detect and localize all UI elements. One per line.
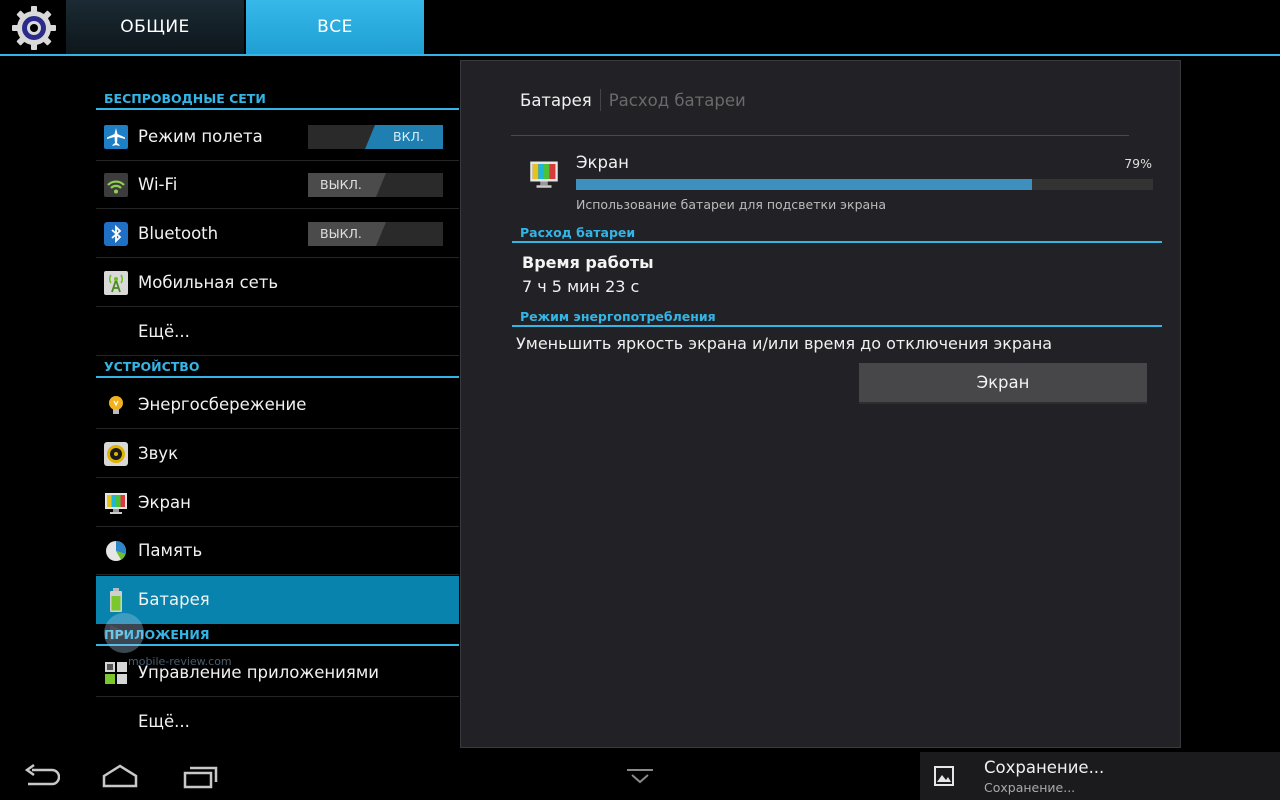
sidebar-item-wifi[interactable]: Wi-Fi ВЫКЛ. [96,161,459,209]
home-icon[interactable] [100,762,140,790]
back-icon[interactable] [22,762,60,790]
usage-description: Использование батареи для подсветки экра… [576,197,886,212]
section-header-wireless: БЕСПРОВОДНЫЕ СЕТИ [96,88,459,110]
sidebar-item-label: Звук [138,444,179,463]
airplane-mode-toggle[interactable]: ВКЛ. [308,125,443,149]
bluetooth-toggle[interactable]: ВЫКЛ. [308,222,443,246]
battery-detail-panel: Батарея Расход батареи Экран 79% Использ… [460,60,1181,748]
notification-subtitle: Сохранение... [984,780,1076,795]
sidebar-item-label: Память [138,541,203,560]
section-header-battery-use: Расход батареи [512,225,1162,243]
sidebar-item-more-apps[interactable]: Ещё... [96,698,459,746]
action-bar-divider [0,54,1280,56]
section-header-power-mode: Режим энергопотребления [512,309,1162,327]
monitor-icon [530,161,558,188]
chevron-down-icon[interactable] [624,766,656,786]
display-settings-button[interactable]: Экран [859,363,1147,404]
sidebar-item-label: Режим полета [138,127,263,146]
tab-all[interactable]: ВСЕ [246,0,424,54]
sidebar-item-label: Wi-Fi [138,175,178,194]
action-bar: ОБЩИЕ ВСЕ [0,0,1280,56]
usage-percent: 79% [1124,156,1152,171]
monitor-icon [105,493,127,514]
breadcrumb-separator [599,89,601,111]
tab-general[interactable]: ОБЩИЕ [66,0,244,54]
settings-gear-icon[interactable] [10,4,58,52]
breadcrumb-current[interactable]: Батарея [520,91,592,110]
sidebar-item-bluetooth[interactable]: Bluetooth ВЫКЛ. [96,210,459,258]
usage-progress-fill [576,179,1032,190]
power-mode-description: Уменьшить яркость экрана и/или время до … [516,334,1053,353]
watermark-text: mobile-review.com [128,655,232,668]
sidebar-item-airplane-mode[interactable]: Режим полета ВКЛ. [96,113,459,161]
toggle-state: ВЫКЛ. [308,173,386,197]
breadcrumb: Батарея Расход батареи [520,89,746,111]
sidebar-item-storage[interactable]: Память [96,527,459,575]
breadcrumb-battery-use[interactable]: Расход батареи [609,91,746,110]
wifi-icon [104,173,128,197]
sidebar-item-label: Энергосбережение [138,395,307,414]
mobile-network-icon [104,271,128,295]
sidebar-item-mobile-network[interactable]: Мобильная сеть [96,259,459,307]
usage-item-title[interactable]: Экран [576,153,629,172]
sidebar-item-label: Экран [138,493,191,512]
notification-saving[interactable]: Сохранение... Сохранение... [920,752,1280,800]
pie-chart-icon [106,541,126,561]
sidebar-item-label: Ещё... [138,322,190,341]
lightbulb-icon [109,396,123,414]
sidebar-item-label: Ещё... [138,712,190,731]
uptime-value: 7 ч 5 мин 23 с [522,277,640,296]
airplane-icon [104,125,128,149]
usage-progress-bar [576,179,1153,190]
sidebar-item-sound[interactable]: Звук [96,430,459,478]
section-header-device: УСТРОЙСТВО [96,356,459,378]
sidebar-item-label: Bluetooth [138,224,219,243]
notification-title: Сохранение... [984,758,1105,777]
sidebar-item-display[interactable]: Экран [96,479,459,527]
breadcrumb-divider [511,135,1129,136]
speaker-icon [104,442,128,466]
uptime-label: Время работы [522,253,654,272]
toggle-state: ВКЛ. [365,125,443,149]
sidebar-item-more-wireless[interactable]: Ещё... [96,308,459,356]
sidebar-item-label: Мобильная сеть [138,273,279,292]
image-icon [934,766,954,786]
toggle-state: ВЫКЛ. [308,222,386,246]
sidebar-item-power-saving[interactable]: Энергосбережение [96,381,459,429]
bluetooth-icon [104,222,128,246]
wifi-toggle[interactable]: ВЫКЛ. [308,173,443,197]
recent-apps-icon[interactable] [180,762,220,790]
